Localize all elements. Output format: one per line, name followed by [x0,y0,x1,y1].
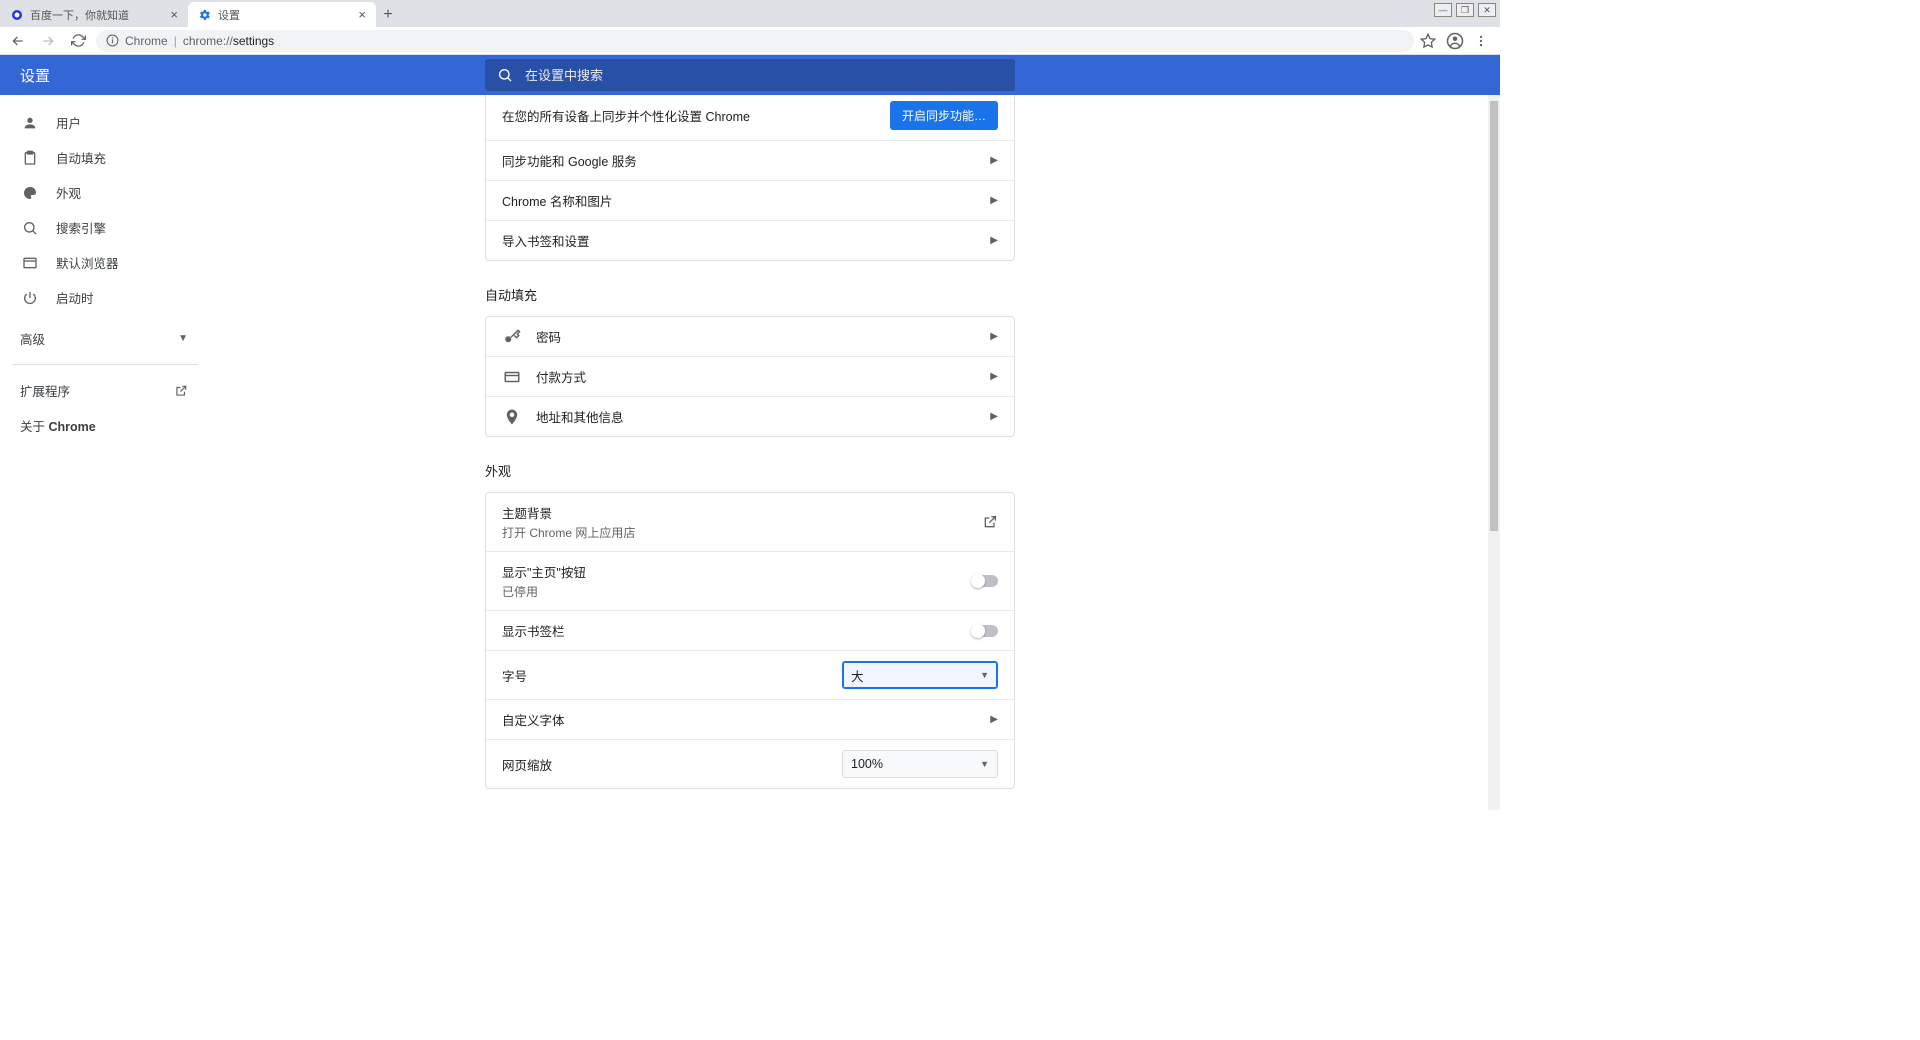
omnibox[interactable]: Chrome | chrome://settings [96,30,1414,52]
sidebar-item-search[interactable]: 搜索引擎 [0,210,210,245]
browser-icon [22,255,38,271]
sidebar-about[interactable]: 关于 Chrome [0,408,210,443]
search-input[interactable] [525,68,1003,83]
sidebar-item-people[interactable]: 用户 [0,105,210,140]
vertical-scrollbar[interactable] [1488,95,1500,810]
close-window-button[interactable]: ✕ [1478,3,1496,17]
tab-title: 设置 [218,7,240,23]
back-button[interactable] [6,29,30,53]
browser-tab-baidu[interactable]: 百度一下，你就知道 × [0,2,188,27]
url-chip: Chrome [125,34,168,48]
chevron-right-icon: ▶ [990,371,998,382]
settings-search[interactable] [485,59,1015,91]
chevron-right-icon: ▶ [990,331,998,342]
row-home-button: 显示"主页"按钮 已停用 [486,551,1014,610]
baidu-favicon [10,8,24,22]
zoom-select[interactable]: 100% ▼ [842,750,998,778]
tab-title: 百度一下，你就知道 [30,7,129,23]
sidebar-extensions[interactable]: 扩展程序 [0,373,210,408]
font-size-select[interactable]: 大 ▼ [842,661,998,689]
star-icon[interactable] [1420,33,1436,49]
maximize-button[interactable]: ❐ [1456,3,1474,17]
bookmarks-toggle[interactable] [972,625,998,637]
chevron-right-icon: ▶ [990,235,998,246]
content-area: 在您的所有设备上同步并个性化设置 Chrome 开启同步功能… 同步功能和 Go… [210,95,1500,810]
close-icon[interactable]: × [170,7,178,22]
tab-strip: 百度一下，你就知道 × 设置 × + — ❐ ✕ [0,0,1500,27]
forward-button[interactable] [36,29,60,53]
chevron-right-icon: ▶ [990,411,998,422]
home-toggle[interactable] [972,575,998,587]
browser-tab-settings[interactable]: 设置 × [188,2,376,27]
row-addresses[interactable]: 地址和其他信息 ▶ [486,396,1014,436]
row-custom-fonts[interactable]: 自定义字体 ▶ [486,699,1014,739]
caret-down-icon: ▼ [980,759,989,769]
row-import[interactable]: 导入书签和设置 ▶ [486,220,1014,260]
page-title: 设置 [0,65,485,86]
sidebar-item-appearance[interactable]: 外观 [0,175,210,210]
chevron-right-icon: ▶ [990,155,998,166]
row-chrome-name[interactable]: Chrome 名称和图片 ▶ [486,180,1014,220]
window-controls: — ❐ ✕ [1434,3,1496,17]
info-icon [106,34,119,47]
search-icon [497,67,513,83]
row-page-zoom: 网页缩放 100% ▼ [486,739,1014,788]
settings-toolbar: 设置 [0,55,1500,95]
chevron-down-icon: ▼ [178,333,188,344]
gear-icon [198,8,212,22]
minimize-button[interactable]: — [1434,3,1452,17]
chevron-right-icon: ▶ [990,714,998,725]
sidebar-item-startup[interactable]: 启动时 [0,280,210,315]
key-icon [502,328,522,346]
close-icon[interactable]: × [358,7,366,22]
row-payment[interactable]: 付款方式 ▶ [486,356,1014,396]
kebab-menu-icon[interactable] [1474,34,1488,48]
caret-down-icon: ▼ [980,670,989,680]
row-passwords[interactable]: 密码 ▶ [486,317,1014,356]
open-external-icon [982,514,998,530]
sidebar-item-autofill[interactable]: 自动填充 [0,140,210,175]
row-sync-promo: 在您的所有设备上同步并个性化设置 Chrome 开启同步功能… [486,95,1014,140]
chevron-right-icon: ▶ [990,195,998,206]
sidebar-advanced[interactable]: 高级 ▼ [0,321,210,356]
clipboard-icon [22,150,38,166]
section-autofill-title: 自动填充 [485,285,1015,304]
search-icon [22,220,38,236]
sidebar-item-default-browser[interactable]: 默认浏览器 [0,245,210,280]
row-font-size: 字号 大 ▼ [486,650,1014,699]
address-bar: Chrome | chrome://settings [0,27,1500,55]
turn-on-sync-button[interactable]: 开启同步功能… [890,101,998,130]
sidebar: 用户 自动填充 外观 搜索引擎 默认浏览器 启动时 高级 ▼ 扩展程序 [0,95,210,810]
location-icon [502,408,522,426]
power-icon [22,290,38,306]
profile-icon[interactable] [1446,32,1464,50]
card-icon [502,368,522,386]
row-sync-services[interactable]: 同步功能和 Google 服务 ▶ [486,140,1014,180]
person-icon [22,115,38,131]
row-theme[interactable]: 主题背景 打开 Chrome 网上应用店 [486,493,1014,551]
palette-icon [22,185,38,201]
new-tab-button[interactable]: + [376,3,400,27]
reload-button[interactable] [66,29,90,53]
row-bookmarks-bar: 显示书签栏 [486,610,1014,650]
section-appearance-title: 外观 [485,461,1015,480]
open-external-icon [174,384,188,398]
